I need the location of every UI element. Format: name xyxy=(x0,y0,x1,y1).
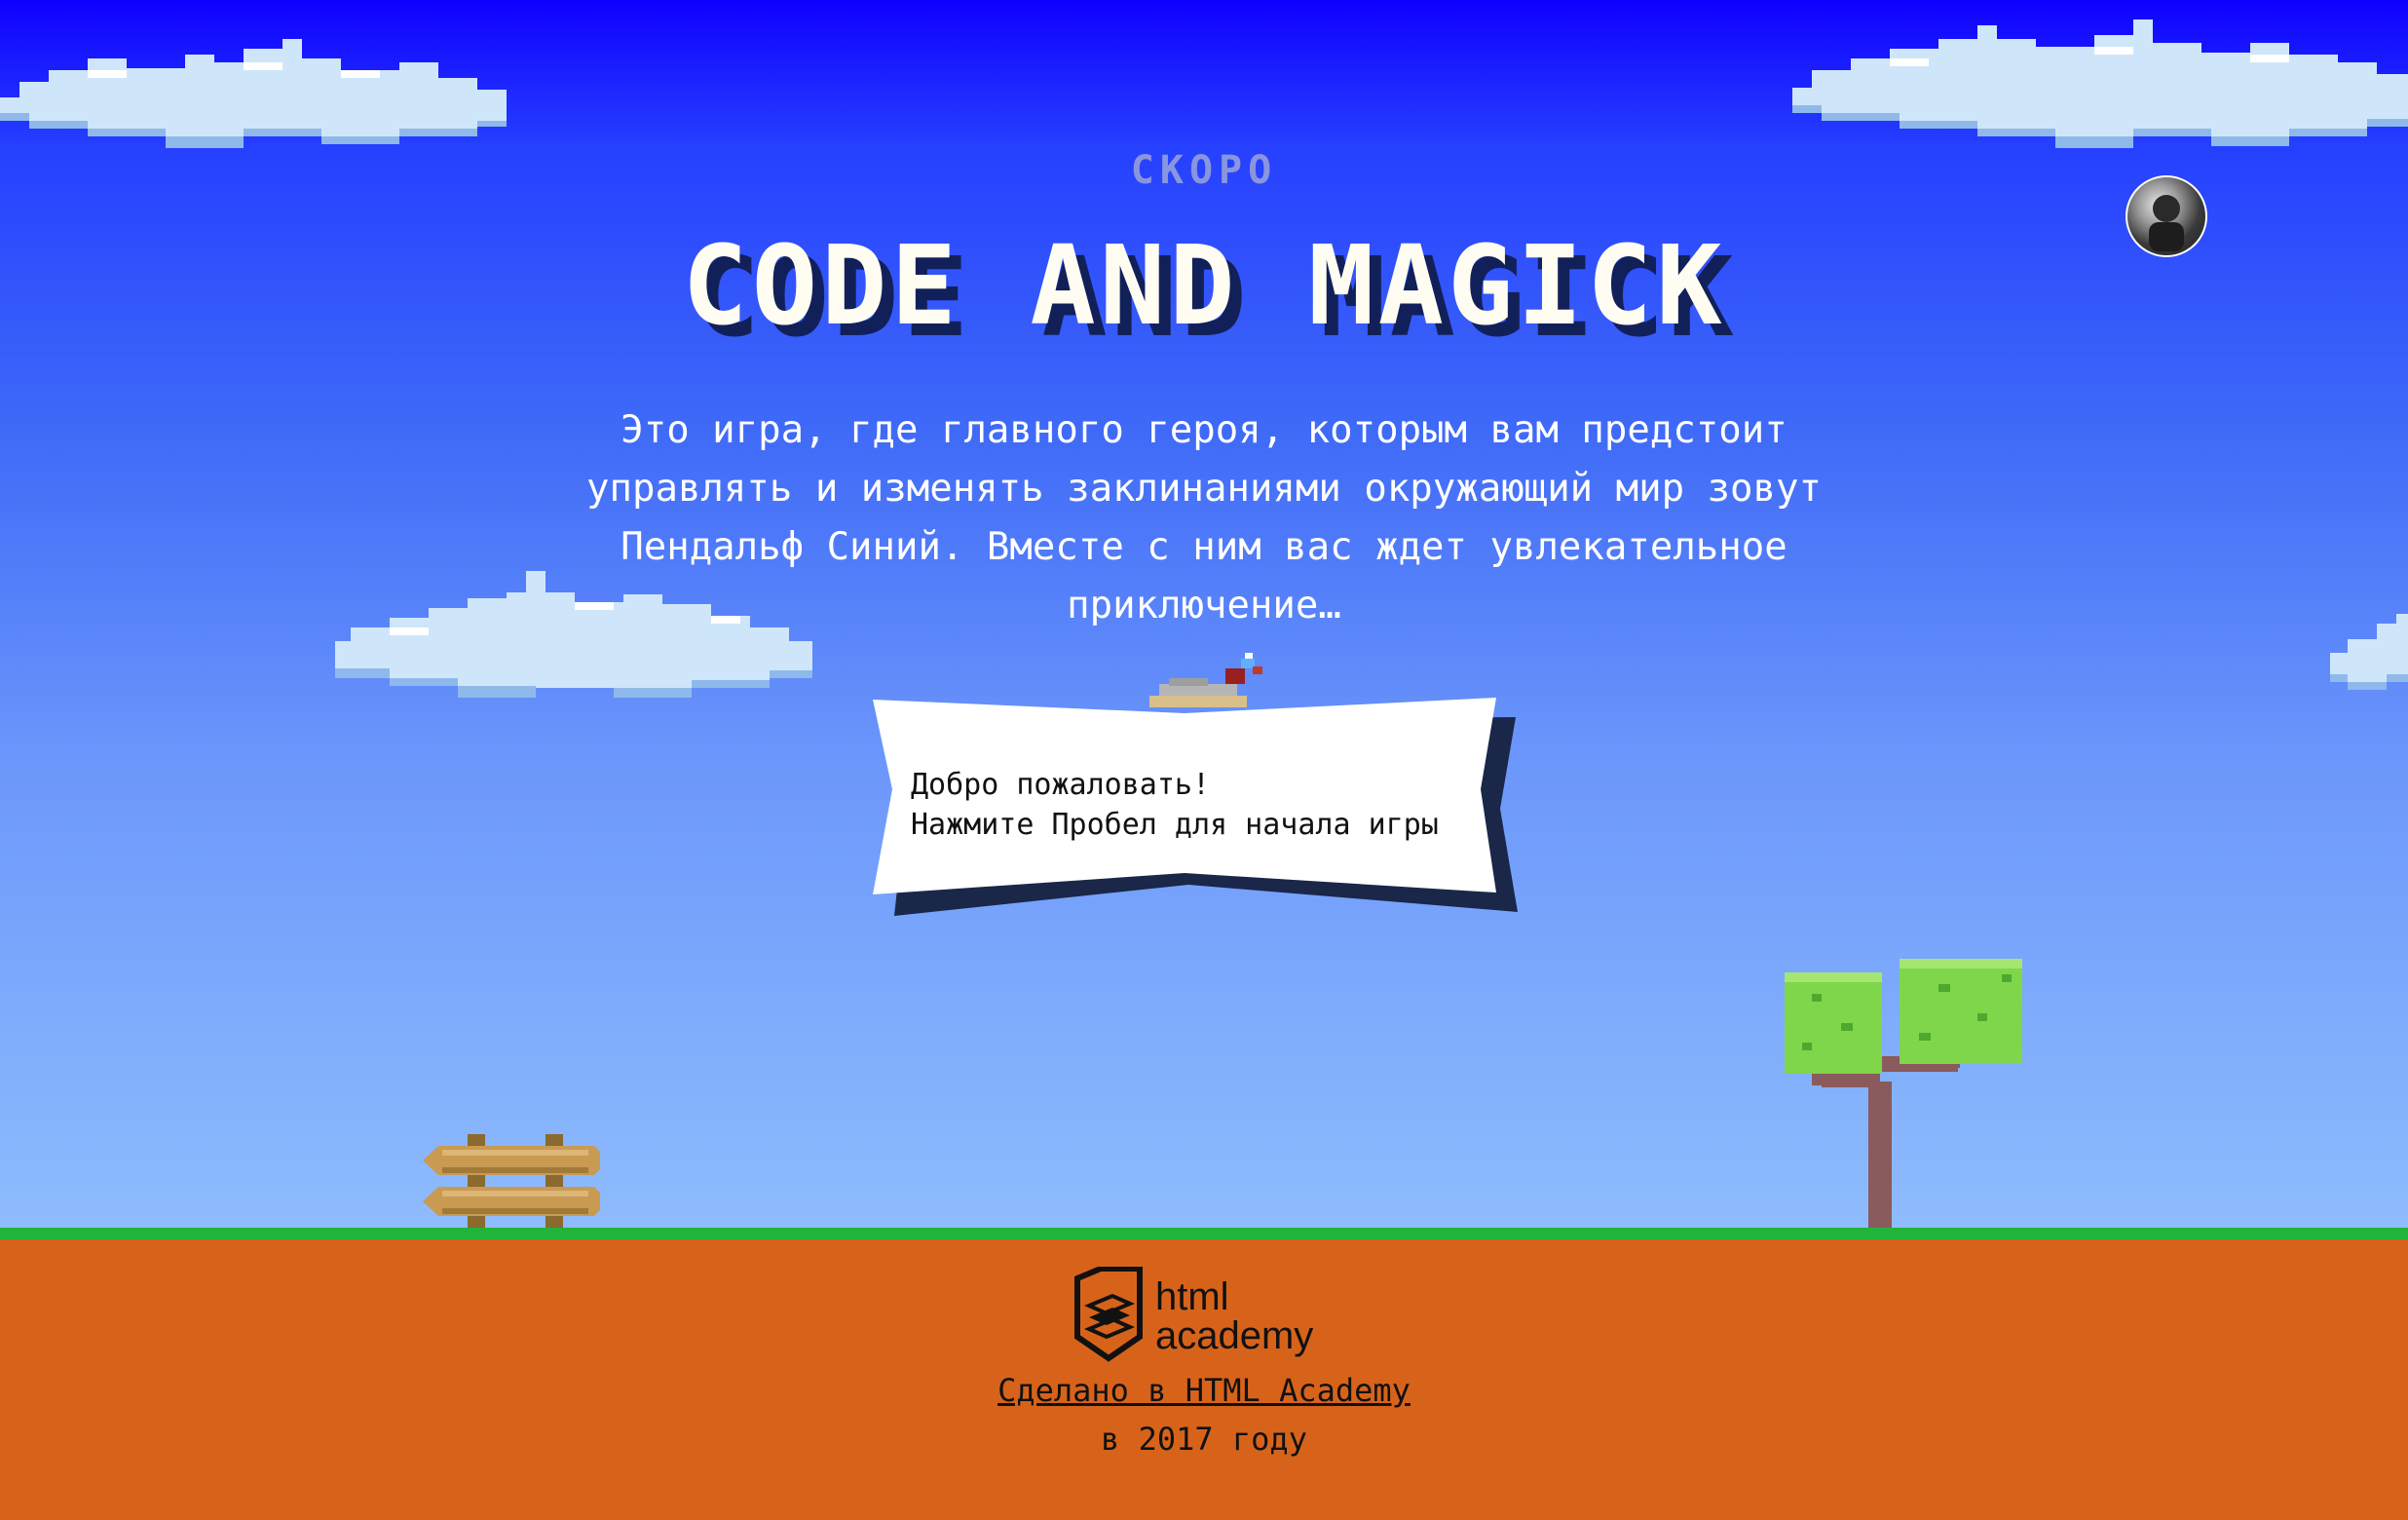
logo-text-html: html xyxy=(1155,1275,1229,1318)
welcome-line-1: Добро пожаловать! xyxy=(911,768,1211,802)
cloud-right-edge xyxy=(2330,614,2408,690)
grass-strip xyxy=(0,1228,2408,1239)
game-description: Это игра, где главного героя, которым ва… xyxy=(586,408,1822,627)
logo-text-academy: academy xyxy=(1155,1314,1313,1357)
html-academy-link[interactable]: Сделано в HTML Academy xyxy=(997,1372,1411,1409)
footer-made-in: Сделано в HTML Academy xyxy=(0,1372,2408,1409)
footer-year: в 2017 году xyxy=(1101,1421,1307,1458)
page-subtitle-wrap: СКОРО xyxy=(0,146,2408,199)
cloud-top-left xyxy=(0,39,507,148)
page-title-wrap: CODE AND MAGICK CODE AND MAGICK xyxy=(0,226,2408,357)
page-subtitle: СКОРО xyxy=(1131,148,1277,193)
user-avatar[interactable] xyxy=(2126,175,2207,257)
page-title-text: CODE AND MAGICK xyxy=(682,226,1725,350)
welcome-message-text: Добро пожаловать! Нажмите Пробел для нач… xyxy=(911,765,1439,845)
welcome-line-2: Нажмите Пробел для начала игры xyxy=(911,808,1439,842)
wooden-sign xyxy=(423,1134,600,1228)
page-title: CODE AND MAGICK CODE AND MAGICK xyxy=(682,226,1733,353)
html-academy-logo[interactable]: html academy xyxy=(1072,1267,1344,1364)
cloud-top-right xyxy=(1792,19,2408,148)
avatar-icon xyxy=(2149,195,2184,251)
pixel-tree xyxy=(1785,959,2022,1228)
page-subtitle-text: СКОРО xyxy=(1131,148,1277,193)
